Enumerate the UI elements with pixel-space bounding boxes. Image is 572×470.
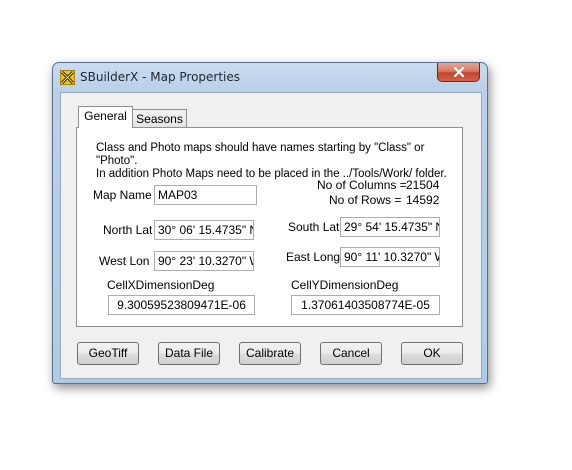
west-lon-label: West Lon bbox=[99, 254, 150, 268]
cellx-label: CellXDimensionDeg bbox=[107, 278, 215, 292]
title-bar[interactable]: SBuilderX - Map Properties bbox=[53, 63, 487, 91]
east-long-label: East Long bbox=[286, 250, 341, 264]
north-lat-label: North Lat bbox=[103, 223, 153, 237]
info-text: Class and Photo maps should have names s… bbox=[96, 142, 456, 181]
map-properties-dialog: SBuilderX - Map Properties General Seaso… bbox=[52, 62, 488, 384]
west-lon-input[interactable]: 90° 23' 10.3270" W bbox=[154, 251, 254, 271]
celly-label: CellYDimensionDeg bbox=[291, 278, 399, 292]
tab-seasons[interactable]: Seasons bbox=[132, 109, 187, 128]
dialog-client-area: General Seasons Class and Photo maps sho… bbox=[60, 92, 482, 379]
south-lat-input[interactable]: 29° 54' 15.4735" N bbox=[340, 217, 440, 237]
rows-value: 14592 bbox=[406, 193, 440, 207]
ok-button[interactable]: OK bbox=[401, 342, 463, 365]
sbuilderx-app-icon bbox=[59, 69, 76, 86]
window-title: SBuilderX - Map Properties bbox=[80, 70, 241, 84]
data-file-button[interactable]: Data File bbox=[158, 342, 220, 365]
map-name-label: Map Name bbox=[93, 188, 152, 202]
geotiff-button[interactable]: GeoTiff bbox=[77, 342, 139, 365]
close-button[interactable] bbox=[437, 63, 480, 82]
cancel-button[interactable]: Cancel bbox=[320, 342, 382, 365]
celly-input[interactable]: 1.37061403508774E-05 bbox=[291, 295, 440, 315]
columns-value: 21504 bbox=[406, 178, 440, 192]
south-lat-label: South Lat bbox=[288, 220, 340, 234]
map-name-input[interactable]: MAP03 bbox=[154, 185, 257, 205]
close-icon bbox=[453, 67, 465, 77]
cellx-input[interactable]: 9.30059523809471E-06 bbox=[108, 295, 255, 315]
tab-general[interactable]: General bbox=[78, 106, 133, 128]
north-lat-input[interactable]: 30° 06' 15.4735" N bbox=[154, 220, 254, 240]
east-long-input[interactable]: 90° 11' 10.3270" W bbox=[340, 247, 440, 267]
info-line-1: Class and Photo maps should have names s… bbox=[96, 142, 425, 167]
columns-label: No of Columns = bbox=[317, 178, 407, 192]
rows-label: No of Rows = bbox=[329, 193, 402, 207]
calibrate-button[interactable]: Calibrate bbox=[239, 342, 301, 365]
general-tab-panel: Class and Photo maps should have names s… bbox=[76, 127, 463, 327]
